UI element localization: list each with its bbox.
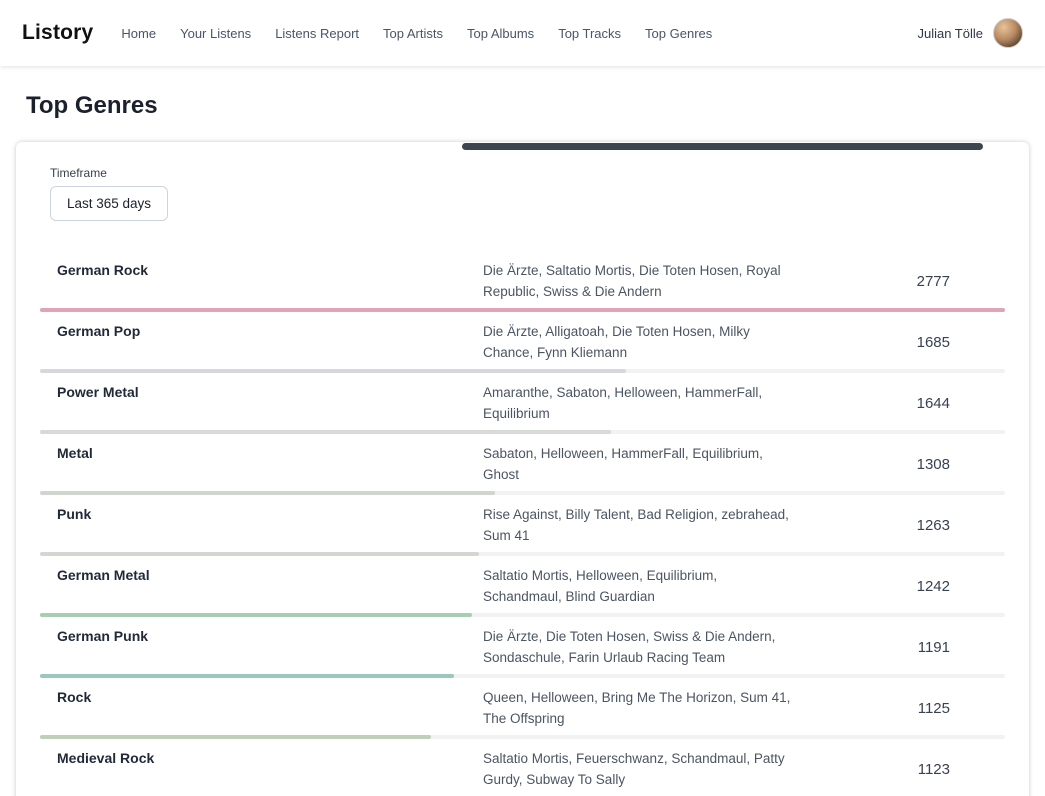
genre-count: 1191	[793, 639, 950, 656]
genre-name: Punk	[57, 504, 483, 522]
genre-count: 1685	[793, 334, 950, 351]
genre-name: Power Metal	[57, 382, 483, 400]
nav-item[interactable]: Listens Report	[275, 26, 359, 41]
genre-count: 1242	[793, 578, 950, 595]
genre-count: 1125	[793, 700, 950, 717]
genre-artists: Die Ärzte, Saltatio Mortis, Die Toten Ho…	[483, 260, 793, 302]
genre-row: Medieval Rock Saltatio Mortis, Feuerschw…	[40, 739, 1005, 796]
genre-artists: Amaranthe, Sabaton, Helloween, HammerFal…	[483, 382, 793, 424]
genre-list: German Rock Die Ärzte, Saltatio Mortis, …	[40, 251, 1005, 796]
genre-count: 1644	[793, 395, 950, 412]
nav-item[interactable]: Home	[121, 26, 156, 41]
app-logo[interactable]: Listory	[22, 21, 93, 45]
genre-row: Metal Sabaton, Helloween, HammerFall, Eq…	[40, 434, 1005, 495]
genre-row: German Pop Die Ärzte, Alligatoah, Die To…	[40, 312, 1005, 373]
genre-name: German Rock	[57, 260, 483, 278]
genre-row: German Punk Die Ärzte, Die Toten Hosen, …	[40, 617, 1005, 678]
top-genres-card: Timeframe Last 365 days German Rock Die …	[16, 142, 1029, 796]
genre-row: Power Metal Amaranthe, Sabaton, Hellowee…	[40, 373, 1005, 434]
genre-count: 2777	[793, 273, 950, 290]
nav-item[interactable]: Your Listens	[180, 26, 251, 41]
genre-count: 1123	[793, 761, 950, 778]
nav-item[interactable]: Top Albums	[467, 26, 534, 41]
genre-artists: Rise Against, Billy Talent, Bad Religion…	[483, 504, 793, 546]
user-name: Julian Tölle	[917, 26, 983, 41]
genre-row: German Metal Saltatio Mortis, Helloween,…	[40, 556, 1005, 617]
genre-name: Rock	[57, 687, 483, 705]
genre-name: Medieval Rock	[57, 748, 483, 766]
genre-row: Punk Rise Against, Billy Talent, Bad Rel…	[40, 495, 1005, 556]
genre-artists: Saltatio Mortis, Feuerschwanz, Schandmau…	[483, 748, 793, 790]
page-title: Top Genres	[26, 92, 1045, 120]
genre-artists: Die Ärzte, Alligatoah, Die Toten Hosen, …	[483, 321, 793, 363]
nav-links: Home Your Listens Listens Report Top Artist…	[121, 26, 917, 41]
horizontal-scrollbar-thumb[interactable]	[462, 143, 984, 150]
genre-name: German Pop	[57, 321, 483, 339]
genre-count: 1263	[793, 517, 950, 534]
genre-row: German Rock Die Ärzte, Saltatio Mortis, …	[40, 251, 1005, 312]
genre-artists: Sabaton, Helloween, HammerFall, Equilibr…	[483, 443, 793, 485]
nav-item[interactable]: Top Genres	[645, 26, 712, 41]
genre-count: 1308	[793, 456, 950, 473]
genre-artists: Saltatio Mortis, Helloween, Equilibrium,…	[483, 565, 793, 607]
genre-name: Metal	[57, 443, 483, 461]
timeframe-select[interactable]: Last 365 days	[50, 186, 168, 221]
genre-row: Rock Queen, Helloween, Bring Me The Hori…	[40, 678, 1005, 739]
user-avatar[interactable]	[993, 18, 1023, 48]
nav-item[interactable]: Top Artists	[383, 26, 443, 41]
genre-artists: Die Ärzte, Die Toten Hosen, Swiss & Die …	[483, 626, 793, 668]
timeframe-label: Timeframe	[50, 166, 1005, 180]
genre-name: German Metal	[57, 565, 483, 583]
top-navigation: Listory Home Your Listens Listens Report To…	[0, 0, 1045, 66]
genre-artists: Queen, Helloween, Bring Me The Horizon, …	[483, 687, 793, 729]
genre-name: German Punk	[57, 626, 483, 644]
nav-item[interactable]: Top Tracks	[558, 26, 621, 41]
user-area: Julian Tölle	[917, 18, 1023, 48]
